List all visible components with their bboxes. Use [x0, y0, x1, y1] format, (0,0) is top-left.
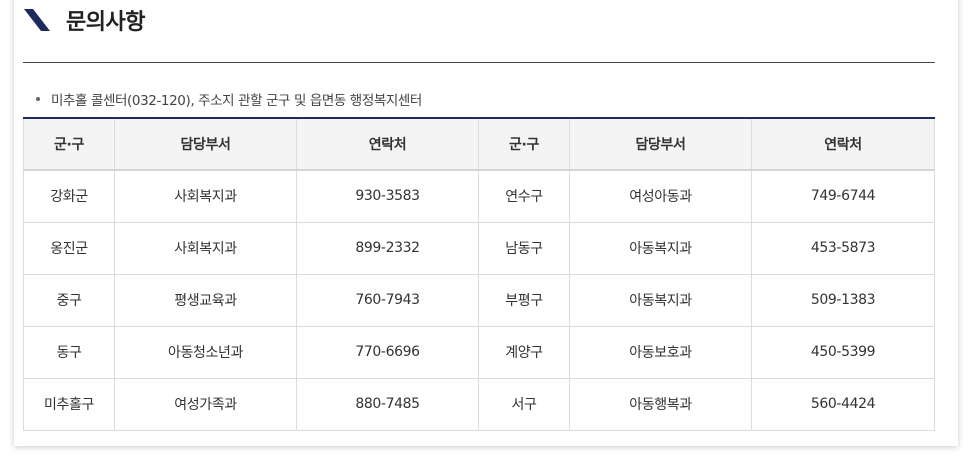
- table-row: 미추홀구 여성가족과 880-7485 서구 아동행복과 560-4424: [23, 377, 935, 431]
- table-row: 옹진군 사회복지과 899-2332 남동구 아동복지과 453-5873: [23, 221, 935, 275]
- department-cell: 사회복지과: [114, 169, 297, 223]
- district-cell: 부평구: [478, 273, 570, 327]
- col-header-department: 담당부서: [569, 118, 752, 171]
- table-row: 동구 아동청소년과 770-6696 계양구 아동보호과 450-5399: [23, 325, 935, 379]
- notice-line: 미추홀 콜센터(032-120), 주소지 관할 군구 및 읍면동 행정복지센터: [36, 89, 422, 109]
- notice-text: 미추홀 콜센터(032-120), 주소지 관할 군구 및 읍면동 행정복지센터: [51, 93, 422, 109]
- col-header-contact: 연락처: [296, 118, 479, 171]
- contacts-table: 군·구 담당부서 연락처 군·구 담당부서 연락처 강화군 사회복지과 930-…: [23, 117, 935, 431]
- district-cell: 강화군: [23, 169, 115, 223]
- phone-cell: 760-7943: [296, 273, 479, 327]
- department-cell: 사회복지과: [114, 221, 297, 275]
- district-cell: 중구: [23, 273, 115, 327]
- phone-cell: 880-7485: [296, 377, 479, 431]
- heading-divider: [23, 62, 935, 63]
- phone-cell: 930-3583: [296, 169, 479, 223]
- phone-cell: 770-6696: [296, 325, 479, 379]
- inquiry-card: 문의사항 미추홀 콜센터(032-120), 주소지 관할 군구 및 읍면동 행…: [14, 0, 958, 446]
- department-cell: 평생교육과: [114, 273, 297, 327]
- section-title: 문의사항: [66, 10, 145, 35]
- col-header-district: 군·구: [23, 118, 115, 171]
- table-row: 강화군 사회복지과 930-3583 연수구 여성아동과 749-6744: [23, 169, 935, 223]
- phone-cell: 560-4424: [751, 377, 935, 431]
- department-cell: 아동복지과: [569, 221, 752, 275]
- department-cell: 아동청소년과: [114, 325, 297, 379]
- district-cell: 서구: [478, 377, 570, 431]
- district-cell: 남동구: [478, 221, 570, 275]
- table-row: 중구 평생교육과 760-7943 부평구 아동복지과 509-1383: [23, 273, 935, 327]
- table-header-row: 군·구 담당부서 연락처 군·구 담당부서 연락처: [23, 118, 935, 171]
- phone-cell: 749-6744: [751, 169, 935, 223]
- district-cell: 동구: [23, 325, 115, 379]
- phone-cell: 450-5399: [751, 325, 935, 379]
- department-cell: 여성아동과: [569, 169, 752, 223]
- col-header-contact: 연락처: [751, 118, 935, 171]
- department-cell: 여성가족과: [114, 377, 297, 431]
- district-cell: 연수구: [478, 169, 570, 223]
- district-cell: 미추홀구: [23, 377, 115, 431]
- section-heading: 문의사항: [24, 9, 145, 50]
- phone-cell: 453-5873: [751, 221, 935, 275]
- col-header-department: 담당부서: [114, 118, 297, 171]
- phone-cell: 899-2332: [296, 221, 479, 275]
- district-cell: 옹진군: [23, 221, 115, 275]
- slash-accent-icon: [24, 9, 50, 31]
- department-cell: 아동복지과: [569, 273, 752, 327]
- department-cell: 아동행복과: [569, 377, 752, 431]
- phone-cell: 509-1383: [751, 273, 935, 327]
- bullet-dot-icon: [36, 97, 40, 101]
- district-cell: 계양구: [478, 325, 570, 379]
- department-cell: 아동보호과: [569, 325, 752, 379]
- col-header-district: 군·구: [478, 118, 570, 171]
